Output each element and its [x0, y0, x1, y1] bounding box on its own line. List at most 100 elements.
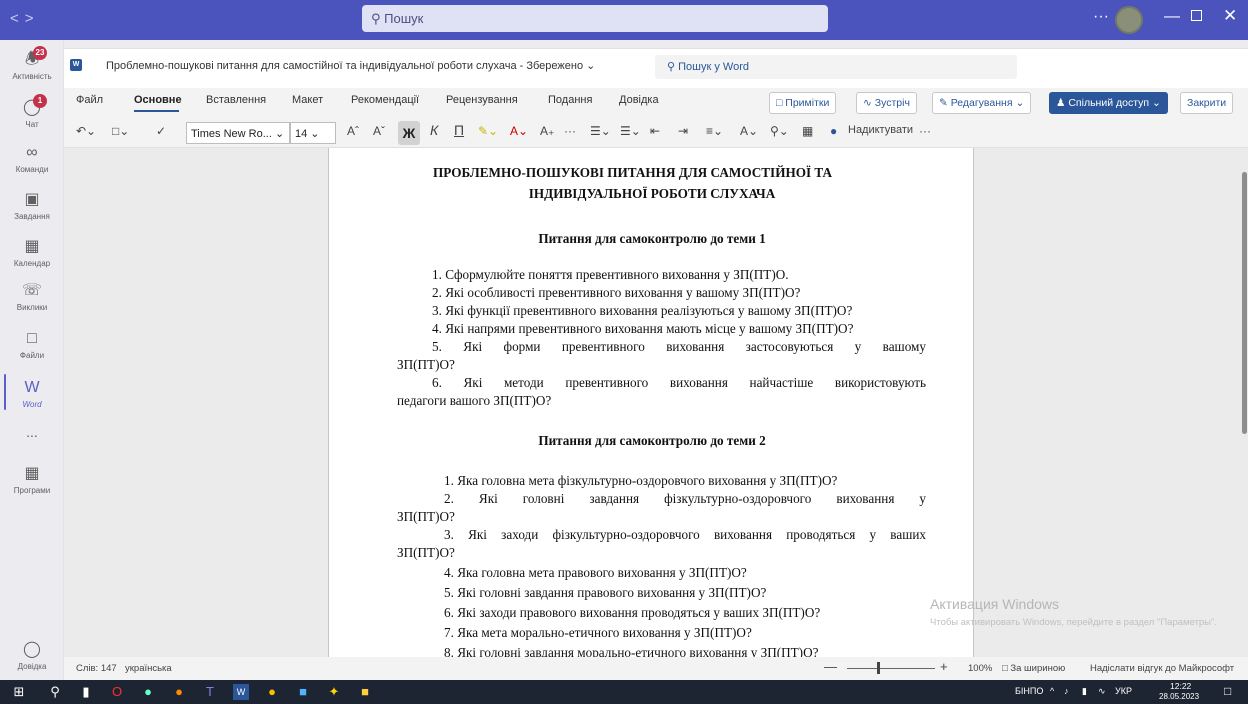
word-icon[interactable]: W — [233, 684, 249, 700]
comment-icon: □ — [776, 97, 783, 109]
rail-item-calls[interactable]: ☏ Виклики — [0, 281, 64, 312]
find-icon[interactable]: ⚲⌄ — [770, 124, 789, 138]
tab-references[interactable]: Рекомендації — [351, 94, 419, 106]
section-heading-2: Питання для самоконтролю до теми 2 — [538, 433, 766, 448]
tab-review[interactable]: Рецензування — [446, 94, 518, 106]
comments-button[interactable]: □ Примітки — [769, 92, 837, 114]
numbering-icon[interactable]: ☰⌄ — [620, 124, 641, 138]
format-painter-icon[interactable]: ✓ — [156, 124, 166, 138]
pencil-icon: ✎ — [939, 97, 948, 109]
list-item: 1. Яка головна мета фізкультурно-оздоров… — [444, 473, 838, 488]
close-icon[interactable]: ✕ — [1223, 6, 1237, 26]
store-icon[interactable]: ■ — [295, 684, 311, 700]
rail-item-calendar[interactable]: ▦ Календар — [0, 237, 64, 268]
tab-view[interactable]: Подання — [548, 94, 592, 106]
volume-icon[interactable]: ♪ — [1064, 686, 1069, 696]
teams-icon[interactable]: T — [202, 684, 218, 700]
tab-home[interactable]: Основне — [134, 94, 182, 106]
increase-indent-icon[interactable]: ⇥ — [678, 124, 688, 138]
share-button[interactable]: ♟ Спільний доступ ⌄ — [1049, 92, 1168, 114]
zoom-out-icon[interactable]: — — [824, 659, 837, 674]
meet-button[interactable]: ∿ Зустріч — [856, 92, 917, 114]
rail-item-word[interactable]: W Word — [0, 374, 64, 410]
rail-item-chat[interactable]: ◯ 1 Чат — [0, 94, 64, 129]
notifications-icon[interactable]: □ — [1224, 684, 1231, 698]
undo-icon[interactable]: ↶⌄ — [76, 124, 96, 138]
fit-width-button[interactable]: □ За шириною — [1002, 663, 1065, 674]
rail-item-teams[interactable]: ∞ Команди — [0, 143, 64, 174]
zoom-slider[interactable] — [847, 668, 935, 669]
shrink-font-icon[interactable]: Aˇ — [373, 124, 385, 138]
rail-item-tasks[interactable]: ▣ Завдання — [0, 190, 64, 221]
more-font-icon[interactable]: ··· — [564, 124, 576, 138]
start-icon[interactable]: ⊞ — [11, 684, 27, 700]
rail-more-button[interactable]: ... — [0, 424, 64, 440]
font-size-select[interactable]: 14 ⌄ — [290, 122, 336, 144]
editing-button[interactable]: ✎ Редагування ⌄ — [932, 92, 1032, 114]
list-item: 4. Які напрями превентивного виховання м… — [432, 321, 854, 336]
word-search-input[interactable]: ⚲ Пошук у Word — [655, 55, 1017, 79]
grow-font-icon[interactable]: Aˆ — [347, 124, 359, 138]
rail-item-help[interactable]: ◯ Довідка — [0, 640, 64, 671]
font-color-icon[interactable]: A⌄ — [510, 124, 528, 138]
zoom-slider-knob[interactable] — [877, 662, 880, 674]
clipboard-icon[interactable]: □⌄ — [112, 124, 129, 138]
vertical-scrollbar[interactable] — [1242, 172, 1247, 434]
more-options-button[interactable]: ··· — [919, 124, 931, 138]
clear-format-icon[interactable]: A₊ — [540, 124, 554, 138]
language-status[interactable]: українська — [125, 663, 172, 674]
rail-item-apps[interactable]: ▦ Програми — [0, 464, 64, 495]
decrease-indent-icon[interactable]: ⇤ — [650, 124, 660, 138]
font-name-select[interactable]: Times New Ro... ⌄ — [186, 122, 290, 144]
opera-icon[interactable]: O — [109, 684, 125, 700]
tab-layout[interactable]: Макет — [292, 94, 323, 106]
zoom-in-icon[interactable]: + — [940, 659, 948, 674]
styles-icon[interactable]: A⌄ — [740, 124, 758, 138]
wifi-icon[interactable]: ∿ — [1098, 686, 1106, 697]
global-search-input[interactable]: ⚲ Пошук — [362, 5, 828, 32]
close-button[interactable]: Закрити — [1180, 92, 1234, 114]
align-icon[interactable]: ≡⌄ — [706, 124, 723, 138]
microphone-icon[interactable]: ● — [830, 124, 837, 138]
highlight-icon[interactable]: ✎⌄ — [478, 124, 498, 138]
battery-icon[interactable]: ▮ — [1082, 686, 1087, 697]
underline-button[interactable]: П — [454, 122, 464, 138]
tab-help[interactable]: Довідка — [619, 94, 659, 106]
designer-icon[interactable]: ▦ — [802, 124, 813, 138]
feedback-link[interactable]: Надіслати відгук до Майкрософт — [1090, 663, 1234, 674]
section-heading-1: Питання для самоконтролю до теми 1 — [538, 231, 766, 246]
clock-date[interactable]: 28.05.2023 — [1159, 692, 1199, 701]
active-tab-underline — [134, 110, 179, 112]
chevron-up-icon[interactable]: ^ — [1050, 686, 1054, 696]
tray-app-label[interactable]: БІНПО — [1015, 686, 1043, 696]
keyboard-language[interactable]: УКР — [1115, 686, 1132, 696]
firefox-icon[interactable]: ● — [171, 684, 187, 700]
zoom-level[interactable]: 100% — [968, 663, 992, 674]
clock-time[interactable]: 12:22 — [1170, 681, 1191, 691]
tab-insert[interactable]: Вставлення — [206, 94, 266, 106]
maximize-icon[interactable] — [1191, 10, 1202, 21]
bullets-icon[interactable]: ☰⌄ — [590, 124, 611, 138]
rail-item-files[interactable]: □ Файли — [0, 329, 64, 360]
forward-icon[interactable]: > — [25, 10, 40, 27]
word-count[interactable]: Слів: 147 — [76, 663, 117, 674]
chevron-down-icon: ⌄ — [1152, 97, 1161, 109]
rail-item-activity[interactable]: 🕭 23 Активність — [0, 46, 64, 81]
task-view-icon[interactable]: ▮ — [78, 684, 94, 700]
document-page[interactable]: ПРОБЛЕМНО-ПОШУКОВІ ПИТАННЯ ДЛЯ САМОСТІЙН… — [328, 148, 974, 657]
dictate-button[interactable]: Надиктувати — [848, 124, 913, 136]
back-icon[interactable]: < — [10, 10, 25, 27]
app-icon[interactable]: ● — [140, 684, 156, 700]
more-icon[interactable]: ··· — [1093, 8, 1109, 26]
document-title[interactable]: Проблемно-пошукові питання для самостійн… — [106, 59, 595, 72]
calendar-icon: ▦ — [24, 238, 40, 255]
search-icon[interactable]: ⚲ — [47, 684, 63, 700]
chrome-icon[interactable]: ● — [264, 684, 280, 700]
avatar[interactable] — [1115, 6, 1143, 34]
bold-button[interactable]: Ж — [398, 121, 420, 145]
italic-button[interactable]: К — [430, 122, 438, 138]
explorer-icon[interactable]: ■ — [357, 684, 373, 700]
tab-file[interactable]: Файл — [76, 94, 103, 106]
paint-icon[interactable]: ✦ — [326, 684, 342, 700]
minimize-icon[interactable]: — — [1164, 8, 1180, 26]
